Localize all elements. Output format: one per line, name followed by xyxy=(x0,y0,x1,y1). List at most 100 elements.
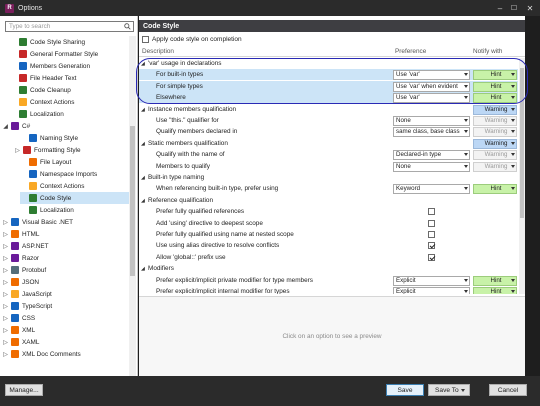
tree-item[interactable]: Code Cleanup xyxy=(10,84,129,96)
preference-dropdown[interactable]: None xyxy=(393,115,470,126)
expander-icon[interactable]: ◢ xyxy=(2,122,9,130)
notify-dropdown[interactable]: Warning xyxy=(473,115,517,126)
expander-icon[interactable]: ▷ xyxy=(2,242,9,250)
setting-row[interactable]: Use "this." qualifier for None Warning xyxy=(139,115,518,126)
tree-item[interactable]: ▷ XAML xyxy=(2,336,129,348)
setting-row[interactable]: Prefer explicit/implicit internal modifi… xyxy=(139,286,518,294)
section-header[interactable]: ◢ Modifiers xyxy=(139,263,518,274)
notify-dropdown[interactable]: Warning xyxy=(473,149,517,160)
setting-row[interactable]: Add 'using' directive to deepest scope xyxy=(139,218,518,229)
preference-dropdown[interactable]: Use 'var' xyxy=(393,69,470,80)
notify-dropdown[interactable]: Warning xyxy=(473,104,517,115)
expander-icon[interactable]: ▷ xyxy=(2,218,9,226)
tree-item[interactable]: ◢ C# xyxy=(2,120,129,132)
section-header[interactable]: ◢ Built-in type naming xyxy=(139,172,518,183)
tree-scrollbar[interactable] xyxy=(129,36,136,376)
collapse-icon[interactable]: ◢ xyxy=(141,107,145,113)
notify-dropdown[interactable]: Hint xyxy=(473,275,517,286)
tree-item[interactable]: Context Actions xyxy=(20,180,129,192)
tree-item[interactable]: Localization xyxy=(10,108,129,120)
tree-item[interactable]: General Formatter Style xyxy=(10,48,129,60)
notify-dropdown[interactable]: Warning xyxy=(473,161,517,172)
tree-item[interactable]: Context Actions xyxy=(10,96,129,108)
tree-item[interactable]: Naming Style xyxy=(20,132,129,144)
expander-icon[interactable]: ▷ xyxy=(2,338,9,346)
preference-dropdown[interactable]: Declared-in type xyxy=(393,149,470,160)
expander-icon[interactable]: ▷ xyxy=(2,266,9,274)
expander-icon[interactable]: ▷ xyxy=(2,230,9,238)
setting-row[interactable]: Elsewhere Use 'var' Hint xyxy=(139,92,518,103)
option-checkbox[interactable] xyxy=(428,220,435,227)
expander-icon[interactable]: ▷ xyxy=(2,314,9,322)
tree-item[interactable]: Members Generation xyxy=(10,60,129,72)
setting-row[interactable]: When referencing built-in type, prefer u… xyxy=(139,183,518,194)
preference-dropdown[interactable]: Keyword xyxy=(393,183,470,194)
tree-item[interactable]: ▷ ASP.NET xyxy=(2,240,129,252)
notify-dropdown[interactable]: Hint xyxy=(473,81,517,92)
tree-item[interactable]: Code Style xyxy=(20,192,129,204)
setting-row[interactable]: For built-in types Use 'var' Hint xyxy=(139,69,518,80)
tree-item[interactable]: File Layout xyxy=(20,156,129,168)
expander-icon[interactable]: ▷ xyxy=(14,146,21,154)
setting-row[interactable]: Prefer explicit/implicit private modifie… xyxy=(139,275,518,286)
collapse-icon[interactable]: ◢ xyxy=(141,141,145,147)
grid-scrollbar[interactable] xyxy=(519,58,525,294)
notify-dropdown[interactable]: Hint xyxy=(473,92,517,103)
notify-dropdown[interactable]: Warning xyxy=(473,126,517,137)
tree-item[interactable]: Namespace Imports xyxy=(20,168,129,180)
section-header[interactable]: ◢'var' usage in declarations xyxy=(139,58,518,69)
preference-dropdown[interactable]: None xyxy=(393,161,470,172)
notify-dropdown[interactable]: Hint xyxy=(473,286,517,294)
collapse-icon[interactable]: ◢ xyxy=(141,175,145,181)
search-input[interactable]: Type to search xyxy=(5,21,134,32)
tree-item[interactable]: ▷ JSON xyxy=(2,276,129,288)
notify-dropdown[interactable]: Warning xyxy=(473,138,517,149)
preference-dropdown[interactable]: Explicit xyxy=(393,275,470,286)
tree-item[interactable]: ▷ XML xyxy=(2,324,129,336)
option-checkbox[interactable] xyxy=(428,231,435,238)
maximize-icon[interactable]: ☐ xyxy=(506,0,522,16)
manage-button[interactable]: Manage... xyxy=(5,384,43,396)
save-to-button[interactable]: Save To xyxy=(428,384,470,396)
tree-item[interactable]: Localization xyxy=(20,204,129,216)
option-checkbox[interactable] xyxy=(428,242,435,249)
collapse-icon[interactable]: ◢ xyxy=(141,266,145,272)
option-checkbox[interactable] xyxy=(428,208,435,215)
tree-item[interactable]: ▷ Visual Basic .NET xyxy=(2,216,129,228)
collapse-icon[interactable]: ◢ xyxy=(141,198,145,204)
apply-on-completion-checkbox[interactable] xyxy=(142,35,149,43)
apply-on-completion-option[interactable]: Apply code style on completion xyxy=(142,34,242,44)
option-checkbox[interactable] xyxy=(428,254,435,261)
expander-icon[interactable]: ▷ xyxy=(2,302,9,310)
tree-item[interactable]: ▷ CSS xyxy=(2,312,129,324)
collapse-icon[interactable]: ◢ xyxy=(141,61,145,67)
preference-dropdown[interactable]: Use 'var' xyxy=(393,92,470,103)
section-header[interactable]: ◢ Static members qualification Warning xyxy=(139,138,518,149)
save-button[interactable]: Save xyxy=(386,384,424,396)
tree-item[interactable]: ▷ TypeScript xyxy=(2,300,129,312)
setting-row[interactable]: For simple types Use 'var' when evident Hi… xyxy=(139,81,518,92)
preference-dropdown[interactable]: Use 'var' when evident xyxy=(393,81,470,92)
expander-icon[interactable]: ▷ xyxy=(2,326,9,334)
tree-item[interactable]: ▷ HTML xyxy=(2,228,129,240)
tree-item[interactable]: ▷ Protobuf xyxy=(2,264,129,276)
tree-item[interactable]: ▷ Formatting Style xyxy=(14,144,129,156)
setting-row[interactable]: Members to qualify None Warning xyxy=(139,161,518,172)
preference-dropdown[interactable]: Explicit xyxy=(393,286,470,294)
setting-row[interactable]: Prefer fully qualified references xyxy=(139,206,518,217)
close-icon[interactable]: ✕ xyxy=(522,0,538,16)
setting-row[interactable]: Prefer fully qualified using name at nes… xyxy=(139,229,518,240)
expander-icon[interactable]: ▷ xyxy=(2,278,9,286)
tree-item[interactable]: ▷ Razor xyxy=(2,252,129,264)
notify-dropdown[interactable]: Hint xyxy=(473,183,517,194)
expander-icon[interactable]: ▷ xyxy=(2,290,9,298)
tree-item[interactable]: ▷ JavaScript xyxy=(2,288,129,300)
cancel-button[interactable]: Cancel xyxy=(489,384,527,396)
setting-row[interactable]: Qualify members declared in same class, b… xyxy=(139,126,518,137)
section-header[interactable]: ◢ Reference qualification xyxy=(139,195,518,206)
tree-item[interactable]: Code Style Sharing xyxy=(10,36,129,48)
expander-icon[interactable]: ▷ xyxy=(2,254,9,262)
tree-item[interactable]: File Header Text xyxy=(10,72,129,84)
expander-icon[interactable]: ▷ xyxy=(2,350,9,358)
preference-dropdown[interactable]: same class, base class xyxy=(393,126,470,137)
